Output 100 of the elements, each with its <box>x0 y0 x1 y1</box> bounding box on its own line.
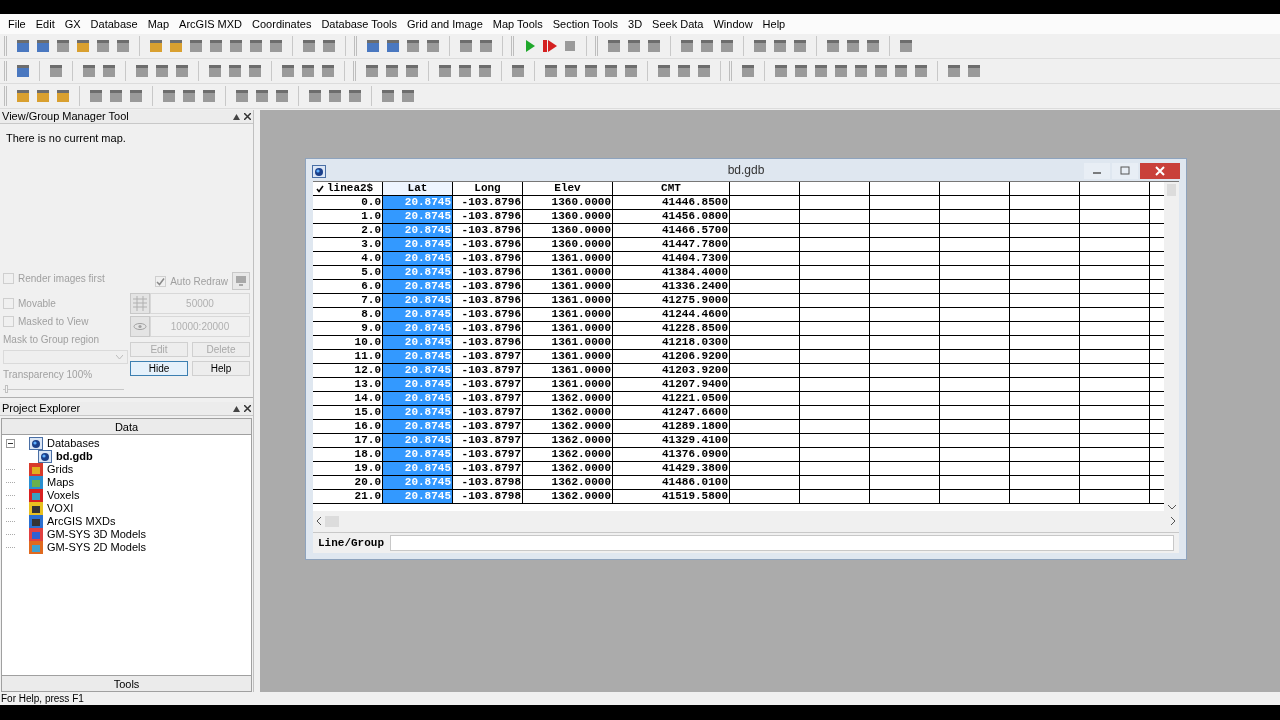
window-icon[interactable] <box>300 63 316 79</box>
window-icon[interactable] <box>15 63 31 79</box>
chevron-right-icon[interactable] <box>1171 517 1176 525</box>
window-icon[interactable] <box>873 63 889 79</box>
menu-item[interactable]: Database <box>86 15 142 33</box>
window-icon[interactable] <box>646 38 662 54</box>
window-icon[interactable] <box>327 88 343 104</box>
close-icon[interactable] <box>244 113 251 120</box>
window-icon[interactable] <box>188 38 204 54</box>
menu-item[interactable]: Map Tools <box>488 15 547 33</box>
column-header[interactable]: linea2$ <box>327 183 374 194</box>
window-icon[interactable] <box>321 38 337 54</box>
window-icon[interactable] <box>457 63 473 79</box>
window-icon[interactable] <box>95 38 111 54</box>
transparency-slider[interactable] <box>3 385 124 393</box>
window-icon[interactable] <box>227 63 243 79</box>
window-icon[interactable] <box>752 38 768 54</box>
window-icon[interactable] <box>385 38 401 54</box>
window-icon[interactable] <box>384 63 400 79</box>
close-icon[interactable] <box>1140 163 1180 179</box>
collapse-icon[interactable] <box>6 439 15 448</box>
window-icon[interactable] <box>898 38 914 54</box>
panel-button[interactable]: Help <box>192 361 250 376</box>
window-icon[interactable] <box>128 88 144 104</box>
window-icon[interactable] <box>699 38 715 54</box>
window-icon[interactable] <box>400 88 416 104</box>
window-icon[interactable] <box>543 63 559 79</box>
window-icon[interactable] <box>740 63 756 79</box>
window-icon[interactable] <box>161 88 177 104</box>
window-icon[interactable] <box>108 88 124 104</box>
window-icon[interactable] <box>404 63 420 79</box>
window-icon[interactable] <box>228 38 244 54</box>
window-icon[interactable] <box>853 63 869 79</box>
window-icon[interactable] <box>248 38 264 54</box>
window-icon[interactable] <box>813 63 829 79</box>
window-icon[interactable] <box>115 38 131 54</box>
menu-item[interactable]: Window <box>709 15 757 33</box>
window-icon[interactable] <box>833 63 849 79</box>
chevron-down-icon[interactable] <box>1167 505 1176 510</box>
window-icon[interactable] <box>510 63 526 79</box>
window-icon[interactable] <box>825 38 841 54</box>
window-icon[interactable] <box>274 88 290 104</box>
minimize-icon[interactable] <box>1084 163 1110 179</box>
pin-icon[interactable] <box>233 113 240 120</box>
menu-item[interactable]: ArcGIS MXD <box>175 15 247 33</box>
line-group-field[interactable] <box>390 535 1174 551</box>
menu-item[interactable]: Grid and Image <box>403 15 487 33</box>
window-icon[interactable] <box>676 63 692 79</box>
window-icon[interactable] <box>773 63 789 79</box>
window-icon[interactable] <box>719 38 735 54</box>
window-icon[interactable] <box>845 38 861 54</box>
window-icon[interactable] <box>696 63 712 79</box>
window-icon[interactable] <box>268 38 284 54</box>
menu-item[interactable]: Map <box>143 15 174 33</box>
window-icon[interactable] <box>35 88 51 104</box>
window-icon[interactable] <box>437 63 453 79</box>
window-icon[interactable] <box>168 38 184 54</box>
window-icon[interactable] <box>793 63 809 79</box>
menu-item[interactable]: File <box>4 15 30 33</box>
window-icon[interactable] <box>75 38 91 54</box>
window-icon[interactable] <box>280 63 296 79</box>
window-icon[interactable] <box>913 63 929 79</box>
window-icon[interactable] <box>48 63 64 79</box>
window-icon[interactable] <box>606 38 622 54</box>
window-icon[interactable] <box>320 63 336 79</box>
window-icon[interactable] <box>656 63 672 79</box>
column-header[interactable]: Elev <box>554 183 581 194</box>
vertical-scrollbar[interactable] <box>1164 182 1179 511</box>
window-icon[interactable] <box>201 88 217 104</box>
window-icon[interactable] <box>134 63 150 79</box>
menu-item[interactable]: Help <box>758 15 790 33</box>
window-icon[interactable] <box>966 63 982 79</box>
window-icon[interactable] <box>865 38 881 54</box>
window-icon[interactable] <box>893 63 909 79</box>
window-icon[interactable] <box>380 88 396 104</box>
window-icon[interactable] <box>946 63 962 79</box>
window-icon[interactable] <box>81 63 97 79</box>
window-icon[interactable] <box>626 38 642 54</box>
close-icon[interactable] <box>244 405 251 412</box>
column-header[interactable]: CMT <box>661 183 681 194</box>
menu-item[interactable]: Section Tools <box>548 15 622 33</box>
window-icon[interactable] <box>174 63 190 79</box>
column-header[interactable]: Long <box>474 183 501 194</box>
window-icon[interactable] <box>88 88 104 104</box>
window-icon[interactable] <box>603 63 619 79</box>
window-icon[interactable] <box>478 38 494 54</box>
window-icon[interactable] <box>55 88 71 104</box>
menu-item[interactable]: Edit <box>31 15 59 33</box>
menu-item[interactable]: GX <box>60 15 85 33</box>
window-icon[interactable] <box>35 38 51 54</box>
window-icon[interactable] <box>679 38 695 54</box>
window-icon[interactable] <box>181 88 197 104</box>
window-icon[interactable] <box>792 38 808 54</box>
stop-icon[interactable] <box>562 38 578 54</box>
window-icon[interactable] <box>101 63 117 79</box>
tools-tab[interactable]: Tools <box>2 675 251 691</box>
chevron-left-icon[interactable] <box>316 517 321 525</box>
window-icon[interactable] <box>55 38 71 54</box>
window-icon[interactable] <box>254 88 270 104</box>
window-icon[interactable] <box>15 88 31 104</box>
